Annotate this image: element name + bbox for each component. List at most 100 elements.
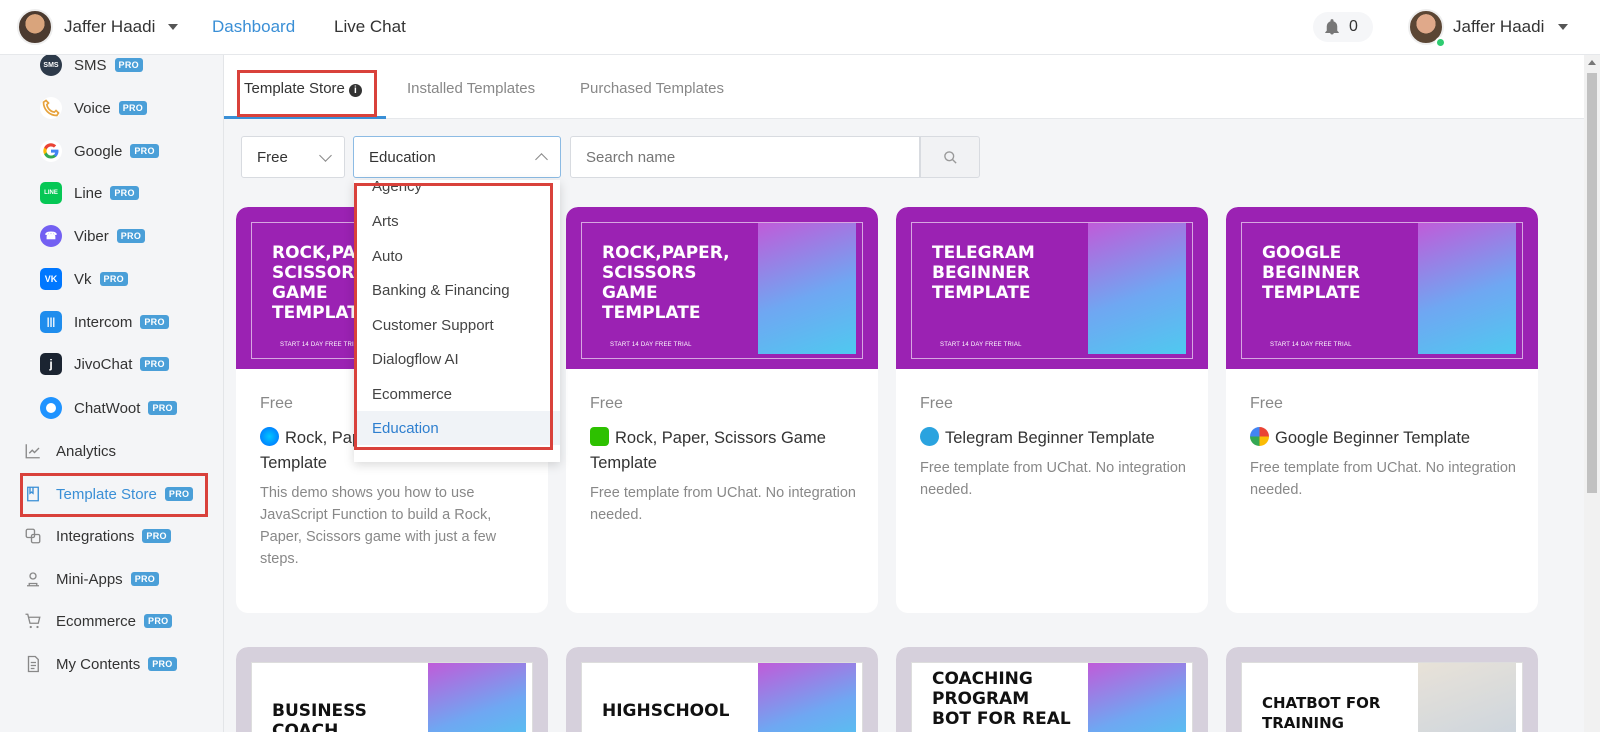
template-banner: ROCK,PAPER, SCISSORS GAME TEMPLATE START…	[566, 207, 878, 369]
template-banner: GOOGLE BEGINNER TEMPLATE START 14 DAY FR…	[1226, 207, 1538, 369]
scroll-up-arrow-icon[interactable]	[1588, 60, 1596, 65]
dropdown-option[interactable]: Ecommerce	[354, 377, 560, 411]
category-filter-select[interactable]: Education	[353, 136, 561, 178]
template-price: Free	[590, 395, 623, 412]
pro-badge: PRO	[118, 101, 148, 115]
workspace-user-name[interactable]: Jaffer Haadi	[64, 17, 155, 37]
sidebar-item-google[interactable]: Google PRO	[40, 136, 159, 166]
sidebar-item-chatwoot[interactable]: ChatWoot PRO	[40, 393, 177, 423]
sidebar-item-template-store[interactable]: Template Store PRO	[22, 479, 194, 509]
sidebar-item-ecommerce[interactable]: Ecommerce PRO	[22, 606, 173, 636]
template-description: This demo shows you how to use JavaScrip…	[260, 485, 497, 567]
dropdown-option[interactable]: Auto	[354, 239, 560, 273]
template-card[interactable]: CHATBOT FOR TRAINING	[1226, 647, 1538, 732]
bell-icon	[1325, 19, 1339, 35]
scrollbar[interactable]	[1584, 55, 1600, 732]
dropdown-option[interactable]: Agency	[354, 180, 560, 203]
nav-live-chat[interactable]: Live Chat	[334, 17, 406, 37]
graduate-image	[758, 663, 856, 732]
sidebar-item-my-contents[interactable]: My Contents PRO	[22, 649, 177, 679]
tab-installed-templates[interactable]: Installed Templates	[407, 80, 535, 97]
dropdown-option[interactable]: Banking & Financing	[354, 273, 560, 307]
sidebar-item-viber[interactable]: ☎ Viber PRO	[40, 221, 146, 251]
pro-badge: PRO	[116, 229, 146, 243]
pro-badge: PRO	[130, 144, 159, 158]
template-card[interactable]: GOOGLE BEGINNER TEMPLATE START 14 DAY FR…	[1226, 207, 1538, 613]
sidebar-item-sms[interactable]: SMS SMS PRO	[40, 55, 143, 80]
my-contents-icon	[22, 653, 44, 675]
template-card[interactable]: BUSINESS COACH	[236, 647, 548, 732]
sidebar-item-line[interactable]: LINE Line PRO	[40, 178, 139, 208]
chevron-down-icon[interactable]	[168, 24, 178, 30]
template-banner: HIGHSCHOOL	[566, 647, 878, 732]
dropdown-option[interactable]: Customer Support	[354, 308, 560, 342]
template-description: Free template from UChat. No integration…	[1250, 460, 1516, 498]
top-bar: Jaffer Haadi Dashboard Live Chat 0 Jaffe…	[0, 0, 1600, 55]
pro-badge: PRO	[130, 572, 160, 586]
nav-dashboard[interactable]: Dashboard	[212, 17, 295, 37]
intercom-icon: |||	[40, 311, 62, 333]
sidebar-item-mini-apps[interactable]: Mini-Apps PRO	[22, 564, 160, 594]
tab-purchased-templates[interactable]: Purchased Templates	[580, 80, 724, 97]
search-icon	[944, 151, 957, 164]
sidebar-item-analytics[interactable]: Analytics	[22, 436, 116, 466]
jivochat-icon: j	[40, 353, 62, 375]
sidebar-item-voice[interactable]: Voice PRO	[40, 93, 148, 123]
search-input[interactable]	[570, 136, 920, 178]
pro-badge: PRO	[114, 58, 143, 72]
template-description: Free template from UChat. No integration…	[590, 485, 856, 523]
sidebar-item-jivochat[interactable]: j JivoChat PRO	[40, 349, 169, 379]
template-banner: CHATBOT FOR TRAINING	[1226, 647, 1538, 732]
template-card[interactable]: TELEGRAM BEGINNER TEMPLATE START 14 DAY …	[896, 207, 1208, 613]
template-card[interactable]: COACHING PROGRAM BOT FOR REAL	[896, 647, 1208, 732]
user-avatar[interactable]	[17, 9, 53, 45]
viber-icon: ☎	[40, 225, 62, 247]
analytics-icon	[22, 440, 44, 462]
wechat-icon	[590, 427, 609, 446]
tab-template-store[interactable]: Template Store i	[244, 80, 362, 97]
notification-count: 0	[1349, 18, 1358, 35]
pro-badge: PRO	[148, 657, 177, 671]
chatwoot-icon	[40, 397, 62, 419]
pro-badge: PRO	[148, 401, 177, 415]
sidebar-item-integrations[interactable]: Integrations PRO	[22, 521, 171, 551]
line-icon: LINE	[40, 182, 62, 204]
price-filter-select[interactable]: Free	[241, 136, 345, 178]
dropdown-option[interactable]: Arts	[354, 204, 560, 238]
pro-badge: PRO	[140, 357, 169, 371]
chevron-up-icon	[535, 153, 548, 166]
info-icon[interactable]: i	[348, 84, 362, 97]
pro-badge: PRO	[164, 487, 194, 501]
google-icon	[40, 140, 62, 162]
search-button[interactable]	[920, 136, 980, 178]
pro-badge: PRO	[142, 529, 171, 543]
dropdown-option-selected[interactable]: Education	[354, 411, 560, 445]
main-content: Template Store i Installed Templates Purc…	[224, 55, 1584, 732]
template-title[interactable]: Rock, Paper, Scissors Game Template	[590, 426, 860, 476]
scrollbar-thumb[interactable]	[1587, 73, 1597, 493]
dropdown-option[interactable]: Dialogflow AI	[354, 342, 560, 376]
template-card[interactable]: ROCK,PAPER, SCISSORS GAME TEMPLATE START…	[566, 207, 878, 613]
active-tab-indicator	[224, 116, 386, 119]
chevron-down-icon[interactable]	[1558, 24, 1568, 30]
template-banner: TELEGRAM BEGINNER TEMPLATE START 14 DAY …	[896, 207, 1208, 369]
template-title[interactable]: Telegram Beginner Template	[920, 426, 1190, 451]
messenger-icon	[260, 427, 279, 446]
pro-badge: PRO	[140, 315, 169, 329]
online-status-dot	[1435, 37, 1446, 48]
profile-user-name[interactable]: Jaffer Haadi	[1453, 17, 1544, 37]
notifications-button[interactable]: 0	[1313, 12, 1373, 42]
template-title[interactable]: Google Beginner Template	[1250, 426, 1520, 451]
template-price: Free	[1250, 395, 1283, 412]
sidebar-item-intercom[interactable]: ||| Intercom PRO	[40, 307, 169, 337]
voice-icon	[40, 97, 62, 119]
tab-bar: Template Store i Installed Templates Purc…	[224, 55, 1584, 119]
pro-badge: PRO	[110, 186, 139, 200]
template-card[interactable]: HIGHSCHOOL	[566, 647, 878, 732]
telegram-icon	[920, 427, 939, 446]
vk-icon: VK	[40, 268, 62, 290]
template-banner: BUSINESS COACH	[236, 647, 548, 732]
robot-image	[1418, 223, 1516, 354]
template-price: Free	[260, 395, 293, 412]
sidebar-item-vk[interactable]: VK Vk PRO	[40, 264, 128, 294]
